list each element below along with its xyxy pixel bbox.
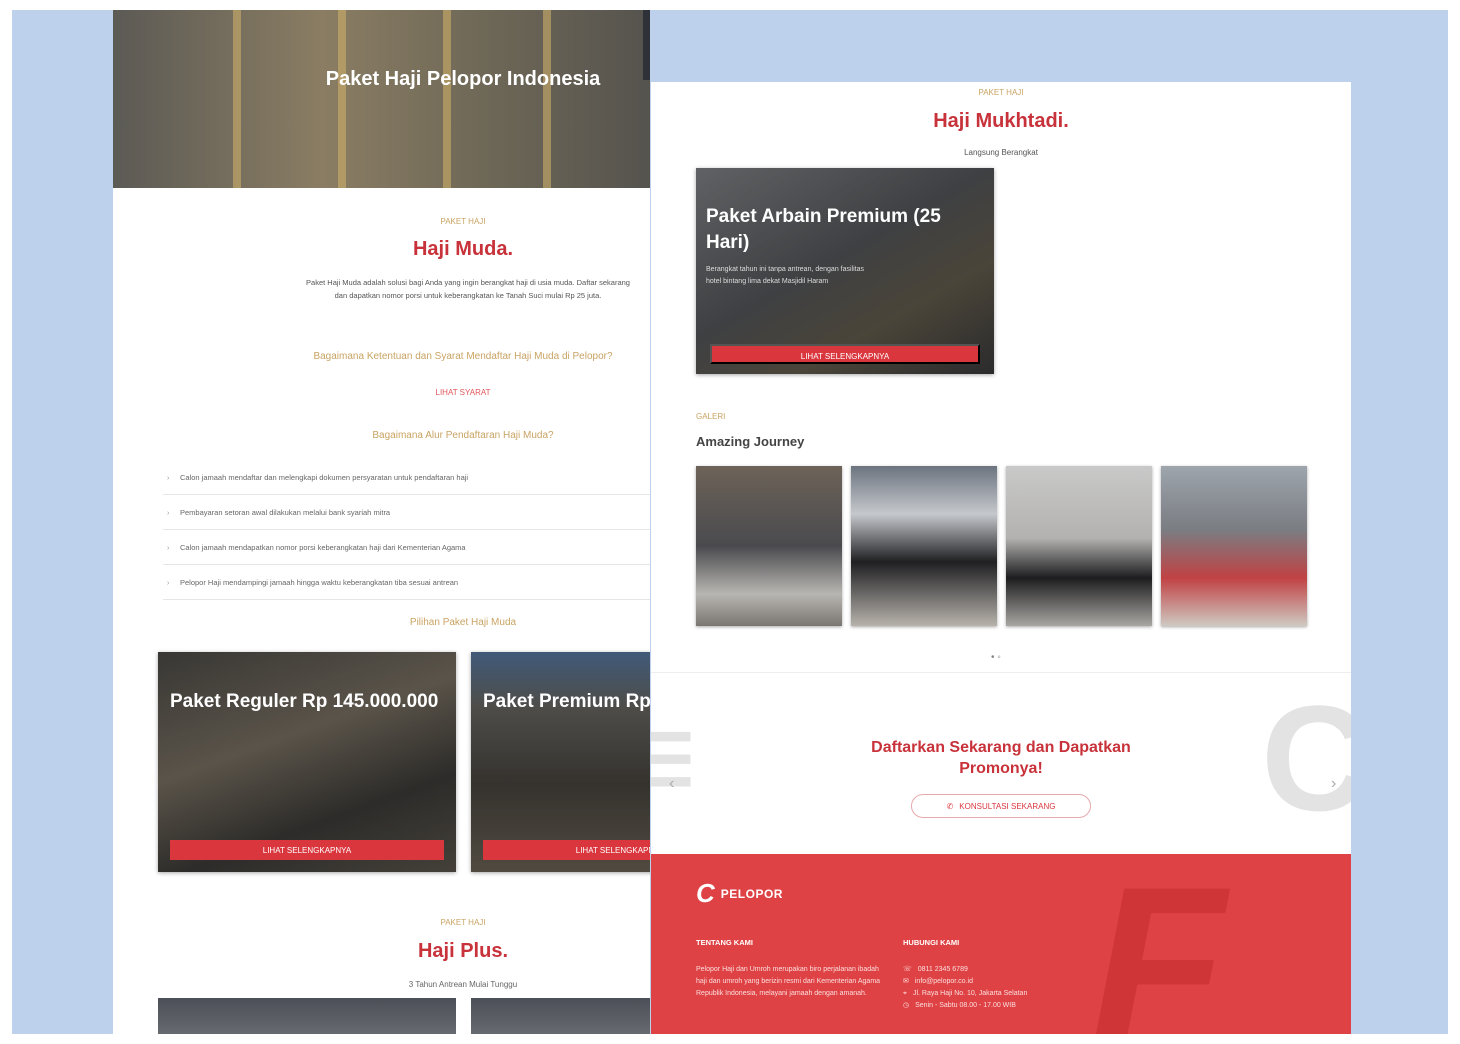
package-detail-button[interactable]: LIHAT SELENGKAPNYA xyxy=(170,840,444,860)
hero-title: Paket Haji Pelopor Indonesia xyxy=(325,68,601,90)
gallery-eyebrow: GALERI xyxy=(696,412,726,421)
footer-logo[interactable]: C PELOPOR xyxy=(696,878,783,909)
package-image xyxy=(471,998,650,1034)
carousel-next-icon[interactable]: › xyxy=(1331,775,1336,793)
brand-mark-icon: C xyxy=(696,878,715,908)
package-description: Berangkat tahun ini tanpa antrean, denga… xyxy=(706,266,865,285)
gallery-photo[interactable] xyxy=(1006,466,1152,626)
gallery-title: Amazing Journey xyxy=(696,434,805,449)
left-page: Paket Haji Pelopor Indonesia PAKET HAJI … xyxy=(113,10,650,1034)
gallery-photo[interactable] xyxy=(696,466,842,626)
packages-heading: Pilihan Paket Haji Muda xyxy=(409,617,517,628)
flow-question: Bagaimana Alur Pendaftaran Haji Muda? xyxy=(372,430,554,441)
whatsapp-icon: ✆ xyxy=(946,801,954,811)
package-card[interactable]: Paket Premium Rp 185.000.000 LIHAT SELEN… xyxy=(471,652,650,872)
mail-icon: ✉ xyxy=(903,978,909,985)
package-card[interactable]: Paket Reguler Rp 145.000.000 LIHAT SELEN… xyxy=(158,652,456,872)
package-image xyxy=(158,998,456,1034)
faq-list: › Calon jamaah mendaftar dan melengkapi d… xyxy=(163,460,650,600)
cta-title: Daftarkan Sekarang dan Dapatkan Promonya… xyxy=(871,739,1131,777)
bullet-icon: › xyxy=(167,544,170,552)
carousel-prev-icon[interactable]: ‹ xyxy=(669,775,674,793)
list-item[interactable]: › Calon jamaah mendapatkan nomor porsi ke… xyxy=(163,530,650,565)
bullet-icon: › xyxy=(167,579,170,587)
bullet-icon: › xyxy=(167,474,170,482)
decorative-logo-icon: ≡ xyxy=(651,684,697,830)
section-title: Haji Mukhtadi. xyxy=(933,110,1069,132)
section-title: Haji Muda. xyxy=(412,238,513,260)
clock-icon: ◷ xyxy=(903,1002,910,1009)
decorative-logo-icon: F xyxy=(1091,854,1226,1034)
section-eyebrow: PAKET HAJI xyxy=(440,918,486,927)
divider xyxy=(651,672,1351,673)
contact-row[interactable]: ☏ 0811 2345 6789 xyxy=(903,964,1103,976)
see-requirements-link[interactable]: LIHAT SYARAT xyxy=(413,388,513,397)
package-title: Paket Arbain Premium (25 Hari) xyxy=(706,206,941,253)
section-description: Paket Haji Muda adalah solusi bagi Anda … xyxy=(306,278,630,300)
section-subtitle: 3 Tahun Antrean Mulai Tunggu xyxy=(408,980,518,989)
footer-about-heading: TENTANG KAMI xyxy=(696,938,753,947)
hero-banner: Paket Haji Pelopor Indonesia xyxy=(113,10,650,188)
bullet-icon: › xyxy=(167,509,170,517)
package-detail-button[interactable]: LIHAT SELENGKAPNYA xyxy=(483,840,650,860)
gallery-photo[interactable] xyxy=(1161,466,1307,626)
right-page: PAKET HAJI Haji Mukhtadi. Langsung Beran… xyxy=(651,82,1351,1034)
package-detail-button[interactable]: LIHAT SELENGKAPNYA xyxy=(710,344,980,364)
carousel-dots[interactable]: • ◦ xyxy=(991,652,1001,663)
section-subtitle: Langsung Berangkat xyxy=(964,148,1038,157)
package-title: Paket Premium Rp 185.000.000 xyxy=(483,691,650,712)
section-eyebrow: PAKET HAJI xyxy=(978,88,1024,97)
contact-row[interactable]: ✉ info@pelopor.co.id xyxy=(903,976,1103,988)
contact-row[interactable]: ◷ Senin - Sabtu 08.00 - 17.00 WIB xyxy=(903,1000,1103,1012)
footer-contact-list: ☏ 0811 2345 6789 ✉ info@pelopor.co.id ⌖ Jl.… xyxy=(903,964,1103,1012)
section-eyebrow: PAKET HAJI xyxy=(440,217,486,226)
footer: F C PELOPOR TENTANG KAMI HUBUNGI KAMI Pe… xyxy=(651,854,1351,1034)
pin-icon: ⌖ xyxy=(903,990,907,997)
section-title: Haji Plus. xyxy=(417,940,509,962)
package-title: Paket Reguler Rp 145.000.000 xyxy=(170,691,439,712)
list-item[interactable]: › Calon jamaah mendaftar dan melengkapi d… xyxy=(163,460,650,495)
phone-icon: ☏ xyxy=(903,966,912,973)
package-card[interactable]: Paket Arbain Premium (25 Hari) Berangkat… xyxy=(696,168,994,374)
footer-about-text: Pelopor Haji dan Umroh merupakan biro pe… xyxy=(696,966,881,997)
consult-button-label: KONSULTASI SEKARANG xyxy=(959,801,1056,811)
brand-name: PELOPOR xyxy=(720,886,783,901)
gallery-photo[interactable] xyxy=(851,466,997,626)
decorative-logo-icon: C xyxy=(1261,674,1351,842)
requirements-question: Bagaimana Ketentuan dan Syarat Mendaftar… xyxy=(313,351,613,362)
footer-contact-heading: HUBUNGI KAMI xyxy=(903,938,960,947)
list-item[interactable]: › Pelopor Haji mendampingi jamaah hingga … xyxy=(163,565,650,600)
contact-row[interactable]: ⌖ Jl. Raya Haji No. 10, Jakarta Selatan xyxy=(903,988,1103,1000)
list-item[interactable]: › Pembayaran setoran awal dilakukan melal… xyxy=(163,495,650,530)
consult-button[interactable]: ✆ KONSULTASI SEKARANG xyxy=(911,794,1091,818)
